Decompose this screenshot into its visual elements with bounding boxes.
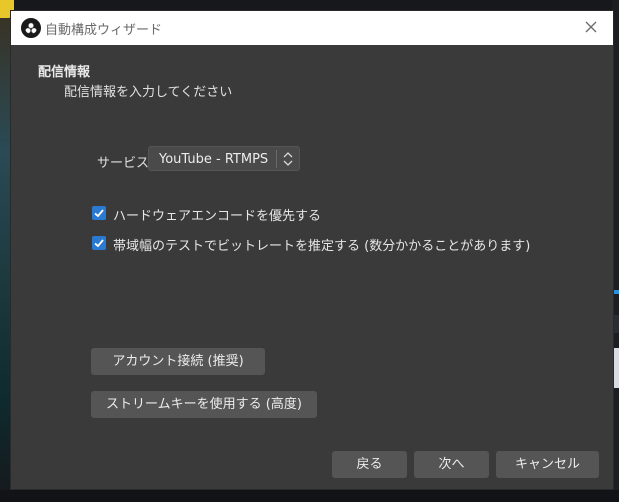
title-bar: 自動構成ウィザード: [11, 11, 613, 45]
close-icon: [585, 21, 597, 33]
prefer-hardware-encoding-checkbox[interactable]: [92, 206, 106, 220]
service-label: サービス: [97, 156, 150, 171]
obs-logo-icon: [21, 18, 41, 38]
auto-config-wizard-dialog: 自動構成ウィザード 配信情報 配信情報を入力してください サービス YouTub…: [10, 10, 614, 490]
background-app-left: [0, 0, 10, 502]
back-button[interactable]: 戻る: [332, 451, 407, 478]
cancel-button[interactable]: キャンセル: [496, 451, 599, 478]
next-button[interactable]: 次へ: [414, 451, 489, 478]
use-stream-key-button[interactable]: ストリームキーを使用する (高度): [91, 391, 317, 418]
bandwidth-test-label: 帯域幅のテストでビットレートを推定する (数分かかることがあります): [113, 239, 531, 254]
chevron-up-down-icon: [283, 152, 293, 166]
checkmark-icon: [94, 239, 104, 248]
section-title: 配信情報: [38, 65, 91, 80]
service-selected-value: YouTube - RTMPS: [159, 152, 269, 167]
checkmark-icon: [94, 209, 104, 218]
connect-account-button[interactable]: アカウント接続 (推奨): [91, 348, 265, 375]
prefer-hardware-encoding-label: ハードウェアエンコードを優先する: [113, 209, 322, 224]
close-button[interactable]: [579, 16, 603, 40]
service-select[interactable]: YouTube - RTMPS: [148, 146, 300, 171]
window-title: 自動構成ウィザード: [45, 23, 163, 38]
background-app-bottom: [0, 490, 619, 502]
section-subtitle: 配信情報を入力してください: [64, 85, 233, 100]
bandwidth-test-checkbox[interactable]: [92, 236, 106, 250]
select-divider: [276, 150, 277, 168]
